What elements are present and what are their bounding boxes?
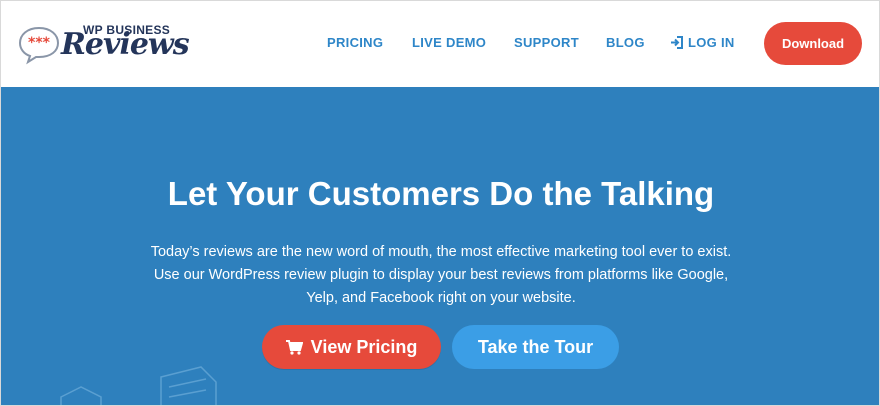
svg-text:***: ***	[28, 35, 51, 51]
nav-live-demo[interactable]: LIVE DEMO	[412, 35, 486, 53]
login-icon	[671, 36, 683, 49]
nav-pricing[interactable]: PRICING	[327, 35, 383, 53]
cart-icon	[285, 339, 303, 355]
hero-title: Let Your Customers Do the Talking	[167, 175, 715, 212]
view-pricing-label: View Pricing	[310, 336, 418, 357]
nav-blog[interactable]: BLOG	[606, 35, 645, 53]
logo-script-text: Reviews	[61, 27, 190, 62]
decorative-illustration-icon	[60, 366, 217, 405]
nav-login-label: LOG IN	[688, 35, 735, 50]
nav-login[interactable]: LOG IN	[670, 35, 735, 53]
logo[interactable]: *** WP BUSINESS Reviews	[17, 19, 207, 69]
download-button[interactable]: Download	[764, 22, 862, 65]
view-pricing-button[interactable]: View Pricing	[262, 325, 441, 369]
take-the-tour-button[interactable]: Take the Tour	[452, 325, 619, 369]
hero-section: Let Your Customers Do the Talking Today’…	[1, 87, 879, 405]
hero-description: Today’s reviews are the new word of mout…	[150, 244, 732, 306]
page: *** WP BUSINESS Reviews PRICING LIVE DEM…	[0, 0, 880, 406]
speech-bubble-icon: ***	[18, 26, 60, 65]
nav-support[interactable]: SUPPORT	[514, 35, 579, 53]
site-header: *** WP BUSINESS Reviews PRICING LIVE DEM…	[1, 1, 879, 87]
